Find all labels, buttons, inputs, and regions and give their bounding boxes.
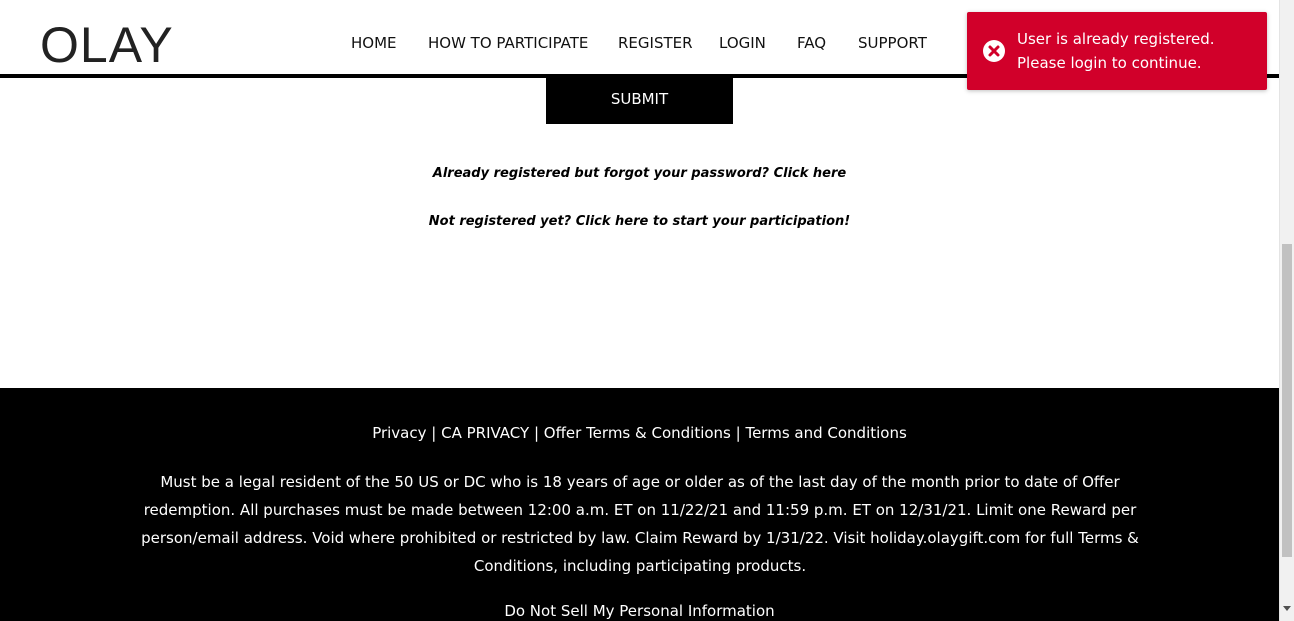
footer-separator: |: [730, 424, 746, 442]
error-toast[interactable]: User is already registered. Please login…: [967, 12, 1267, 90]
ca-privacy-link[interactable]: CA PRIVACY: [441, 424, 529, 442]
site-footer: Privacy | CA PRIVACY | Offer Terms & Con…: [0, 388, 1279, 621]
footer-separator: |: [529, 424, 544, 442]
footer-links: Privacy | CA PRIVACY | Offer Terms & Con…: [0, 422, 1279, 444]
error-circle-x-icon: [983, 40, 1005, 62]
footer-separator: |: [426, 424, 442, 442]
toast-message-line1: User is already registered.: [1017, 30, 1215, 48]
olay-logo[interactable]: OLAY: [40, 18, 174, 72]
forgot-password-link[interactable]: Already registered but forgot your passw…: [0, 166, 1279, 181]
do-not-sell-link[interactable]: Do Not Sell My Personal Information: [0, 600, 1279, 621]
privacy-link[interactable]: Privacy: [372, 424, 426, 442]
terms-conditions-link[interactable]: Terms and Conditions: [745, 424, 906, 442]
page-scrollbar[interactable]: [1279, 0, 1294, 621]
scrollbar-thumb[interactable]: [1282, 244, 1292, 557]
nav-faq[interactable]: FAQ: [797, 32, 826, 54]
offer-terms-link[interactable]: Offer Terms & Conditions: [544, 424, 731, 442]
nav-how-to-participate[interactable]: HOW TO PARTICIPATE: [428, 32, 588, 54]
footer-disclaimer: Must be a legal resident of the 50 US or…: [141, 473, 1139, 575]
start-participation-link[interactable]: Not registered yet? Click here to start …: [0, 214, 1279, 229]
toast-message: User is already registered. Please login…: [1017, 27, 1257, 75]
submit-button[interactable]: SUBMIT: [546, 74, 733, 124]
nav-login[interactable]: LOGIN: [719, 32, 766, 54]
scroll-down-arrow-icon[interactable]: [1283, 606, 1291, 611]
nav-support[interactable]: SUPPORT: [858, 32, 927, 54]
nav-register[interactable]: REGISTER: [618, 32, 693, 54]
toast-message-line2: Please login to continue.: [1017, 54, 1202, 72]
nav-home[interactable]: HOME: [351, 32, 397, 54]
